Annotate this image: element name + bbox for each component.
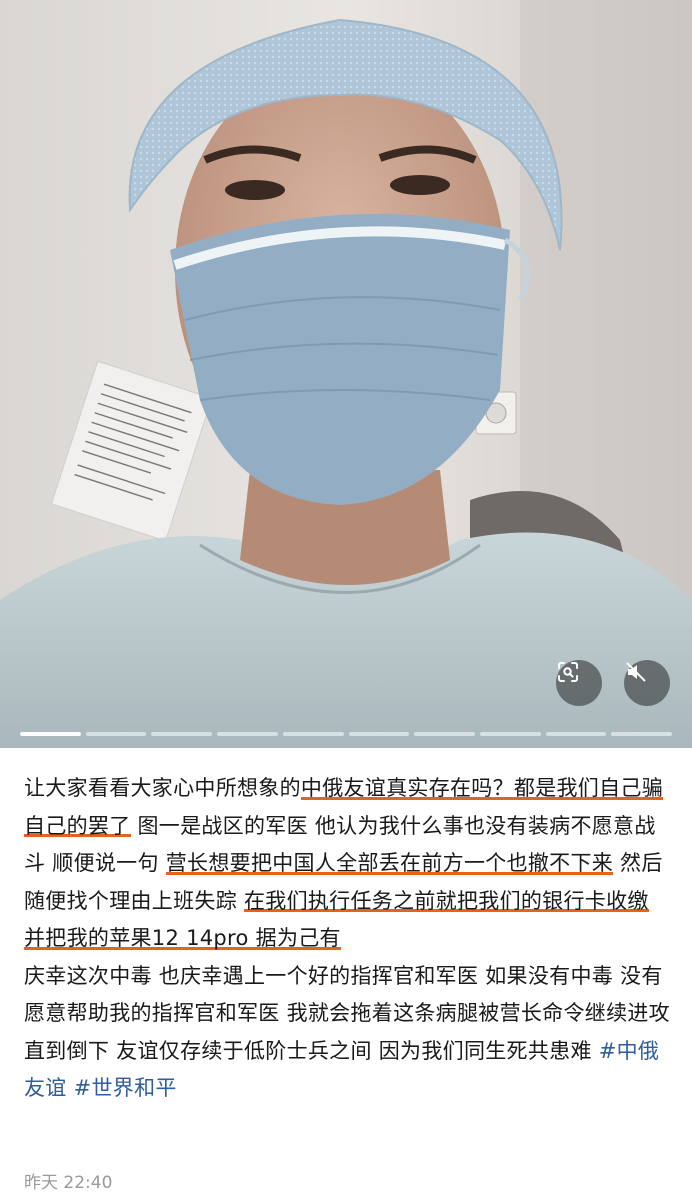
muted-speaker-icon	[626, 662, 646, 682]
post-photo[interactable]	[0, 0, 692, 748]
slide-indicator-segment	[217, 732, 278, 736]
post-paragraph-1: 让大家看看大家心中所想象的中俄友谊真实存在吗？都是我们自己骗自己的罢了 图一是战…	[24, 770, 672, 958]
post-paragraph-2: 庆幸这次中毒 也庆幸遇上一个好的指挥官和军医 如果没有中毒 没有愿意帮助我的指挥…	[24, 958, 672, 1108]
slide-indicator-segment	[282, 732, 344, 736]
slide-indicator-segment	[479, 732, 541, 736]
slide-indicator-segment	[20, 732, 81, 736]
slide-indicator-segment	[85, 732, 147, 736]
highlighted-text: 营长想要把中国人全部丢在前方一个也撤不下来	[165, 851, 614, 877]
post-text: 庆幸这次中毒 也庆幸遇上一个好的指挥官和军医 如果没有中毒 没有愿意帮助我的指挥…	[24, 963, 670, 1063]
slide-indicator-segment	[348, 732, 410, 736]
slide-indicator-segment	[414, 732, 475, 736]
mute-button[interactable]	[624, 660, 670, 706]
post-body: 让大家看看大家心中所想象的中俄友谊真实存在吗？都是我们自己骗自己的罢了 图一是战…	[24, 770, 672, 1108]
post-text: 让大家看看大家心中所想象的	[24, 776, 301, 800]
slide-indicator	[20, 732, 673, 736]
hashtag-link[interactable]: #世界和平	[74, 1076, 177, 1100]
post-timestamp: 昨天 22:40	[24, 1173, 113, 1193]
scan-icon	[558, 662, 578, 682]
slide-indicator-segment	[611, 732, 673, 736]
selfie-photo	[0, 0, 692, 748]
scan-button[interactable]	[556, 660, 602, 706]
slide-indicator-segment	[545, 732, 607, 736]
slide-indicator-segment	[151, 732, 213, 736]
